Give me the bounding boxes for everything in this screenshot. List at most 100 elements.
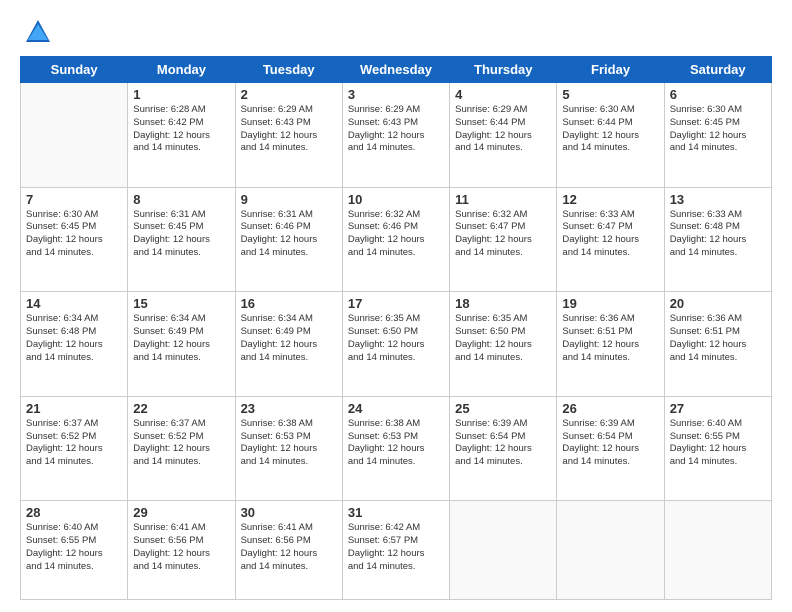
day-info: Sunrise: 6:33 AM Sunset: 6:47 PM Dayligh… [562,209,658,260]
calendar-cell: 20 Sunrise: 6:36 AM Sunset: 6:51 PM Dayli… [664,292,771,397]
day-info: Sunrise: 6:39 AM Sunset: 6:54 PM Dayligh… [455,418,551,469]
calendar-cell: 2 Sunrise: 6:29 AM Sunset: 6:43 PM Daylig… [235,83,342,188]
day-info: Sunrise: 6:35 AM Sunset: 6:50 PM Dayligh… [455,313,551,364]
calendar-week-2: 7 Sunrise: 6:30 AM Sunset: 6:45 PM Daylig… [21,187,772,292]
day-number: 9 [241,192,337,207]
day-number: 29 [133,505,229,520]
day-number: 3 [348,87,444,102]
day-number: 15 [133,296,229,311]
weekday-header-wednesday: Wednesday [342,57,449,83]
calendar-cell: 22 Sunrise: 6:37 AM Sunset: 6:52 PM Dayli… [128,396,235,501]
day-number: 28 [26,505,122,520]
weekday-header-friday: Friday [557,57,664,83]
day-number: 31 [348,505,444,520]
day-info: Sunrise: 6:29 AM Sunset: 6:43 PM Dayligh… [348,104,444,155]
day-number: 18 [455,296,551,311]
calendar-week-1: 1 Sunrise: 6:28 AM Sunset: 6:42 PM Daylig… [21,83,772,188]
day-number: 10 [348,192,444,207]
calendar-cell: 17Sunrise: 6:35 AM Sunset: 6:50 PM Dayli… [342,292,449,397]
day-info: Sunrise: 6:38 AM Sunset: 6:53 PM Dayligh… [348,418,444,469]
day-info: Sunrise: 6:36 AM Sunset: 6:51 PM Dayligh… [670,313,766,364]
day-info: Sunrise: 6:41 AM Sunset: 6:56 PM Dayligh… [133,522,229,573]
calendar-cell: 12 Sunrise: 6:33 AM Sunset: 6:47 PM Dayli… [557,187,664,292]
day-number: 13 [670,192,766,207]
calendar-cell [557,501,664,600]
calendar-week-5: 28Sunrise: 6:40 AM Sunset: 6:55 PM Dayli… [21,501,772,600]
calendar-cell: 29 Sunrise: 6:41 AM Sunset: 6:56 PM Dayli… [128,501,235,600]
calendar-cell: 25 Sunrise: 6:39 AM Sunset: 6:54 PM Dayli… [450,396,557,501]
calendar-cell: 28Sunrise: 6:40 AM Sunset: 6:55 PM Dayli… [21,501,128,600]
day-info: Sunrise: 6:32 AM Sunset: 6:47 PM Dayligh… [455,209,551,260]
weekday-header-monday: Monday [128,57,235,83]
logo [20,18,52,46]
day-info: Sunrise: 6:34 AM Sunset: 6:49 PM Dayligh… [133,313,229,364]
day-info: Sunrise: 6:30 AM Sunset: 6:45 PM Dayligh… [670,104,766,155]
day-number: 14 [26,296,122,311]
day-number: 5 [562,87,658,102]
weekday-header-thursday: Thursday [450,57,557,83]
calendar-week-3: 14 Sunrise: 6:34 AM Sunset: 6:48 PM Dayli… [21,292,772,397]
calendar-cell: 27Sunrise: 6:40 AM Sunset: 6:55 PM Dayli… [664,396,771,501]
day-info: Sunrise: 6:30 AM Sunset: 6:44 PM Dayligh… [562,104,658,155]
day-info: Sunrise: 6:39 AM Sunset: 6:54 PM Dayligh… [562,418,658,469]
day-number: 6 [670,87,766,102]
calendar-cell [664,501,771,600]
day-info: Sunrise: 6:36 AM Sunset: 6:51 PM Dayligh… [562,313,658,364]
day-number: 20 [670,296,766,311]
day-number: 16 [241,296,337,311]
day-number: 22 [133,401,229,416]
calendar-cell: 3 Sunrise: 6:29 AM Sunset: 6:43 PM Daylig… [342,83,449,188]
calendar-cell: 15 Sunrise: 6:34 AM Sunset: 6:49 PM Dayli… [128,292,235,397]
calendar-cell: 13 Sunrise: 6:33 AM Sunset: 6:48 PM Dayli… [664,187,771,292]
day-info: Sunrise: 6:37 AM Sunset: 6:52 PM Dayligh… [133,418,229,469]
day-info: Sunrise: 6:31 AM Sunset: 6:45 PM Dayligh… [133,209,229,260]
day-info: Sunrise: 6:38 AM Sunset: 6:53 PM Dayligh… [241,418,337,469]
day-info: Sunrise: 6:28 AM Sunset: 6:42 PM Dayligh… [133,104,229,155]
calendar-cell: 10 Sunrise: 6:32 AM Sunset: 6:46 PM Dayli… [342,187,449,292]
day-number: 11 [455,192,551,207]
day-info: Sunrise: 6:35 AM Sunset: 6:50 PM Dayligh… [348,313,444,364]
day-number: 2 [241,87,337,102]
calendar-cell: 6 Sunrise: 6:30 AM Sunset: 6:45 PM Daylig… [664,83,771,188]
day-info: Sunrise: 6:32 AM Sunset: 6:46 PM Dayligh… [348,209,444,260]
day-number: 7 [26,192,122,207]
calendar-cell [450,501,557,600]
day-number: 4 [455,87,551,102]
day-number: 23 [241,401,337,416]
calendar-cell: 16 Sunrise: 6:34 AM Sunset: 6:49 PM Dayli… [235,292,342,397]
day-number: 25 [455,401,551,416]
calendar-cell: 1 Sunrise: 6:28 AM Sunset: 6:42 PM Daylig… [128,83,235,188]
calendar-cell: 30Sunrise: 6:41 AM Sunset: 6:56 PM Dayli… [235,501,342,600]
calendar-week-4: 21Sunrise: 6:37 AM Sunset: 6:52 PM Dayli… [21,396,772,501]
calendar-cell: 24 Sunrise: 6:38 AM Sunset: 6:53 PM Dayli… [342,396,449,501]
calendar-cell: 9 Sunrise: 6:31 AM Sunset: 6:46 PM Daylig… [235,187,342,292]
day-info: Sunrise: 6:41 AM Sunset: 6:56 PM Dayligh… [241,522,337,573]
calendar-cell: 26Sunrise: 6:39 AM Sunset: 6:54 PM Dayli… [557,396,664,501]
day-info: Sunrise: 6:31 AM Sunset: 6:46 PM Dayligh… [241,209,337,260]
day-info: Sunrise: 6:29 AM Sunset: 6:44 PM Dayligh… [455,104,551,155]
logo-icon [24,18,52,46]
calendar-cell [21,83,128,188]
weekday-header-row: SundayMondayTuesdayWednesdayThursdayFrid… [21,57,772,83]
calendar-cell: 14 Sunrise: 6:34 AM Sunset: 6:48 PM Dayli… [21,292,128,397]
header [20,18,772,46]
calendar-cell: 18 Sunrise: 6:35 AM Sunset: 6:50 PM Dayli… [450,292,557,397]
day-info: Sunrise: 6:30 AM Sunset: 6:45 PM Dayligh… [26,209,122,260]
day-number: 1 [133,87,229,102]
calendar-cell: 21Sunrise: 6:37 AM Sunset: 6:52 PM Dayli… [21,396,128,501]
day-info: Sunrise: 6:33 AM Sunset: 6:48 PM Dayligh… [670,209,766,260]
page: SundayMondayTuesdayWednesdayThursdayFrid… [0,0,792,612]
day-info: Sunrise: 6:34 AM Sunset: 6:49 PM Dayligh… [241,313,337,364]
weekday-header-sunday: Sunday [21,57,128,83]
day-number: 24 [348,401,444,416]
day-number: 8 [133,192,229,207]
weekday-header-saturday: Saturday [664,57,771,83]
calendar-cell: 23 Sunrise: 6:38 AM Sunset: 6:53 PM Dayli… [235,396,342,501]
day-info: Sunrise: 6:37 AM Sunset: 6:52 PM Dayligh… [26,418,122,469]
day-number: 12 [562,192,658,207]
day-info: Sunrise: 6:29 AM Sunset: 6:43 PM Dayligh… [241,104,337,155]
calendar-cell: 7 Sunrise: 6:30 AM Sunset: 6:45 PM Daylig… [21,187,128,292]
weekday-header-tuesday: Tuesday [235,57,342,83]
calendar-cell: 4 Sunrise: 6:29 AM Sunset: 6:44 PM Daylig… [450,83,557,188]
day-info: Sunrise: 6:34 AM Sunset: 6:48 PM Dayligh… [26,313,122,364]
